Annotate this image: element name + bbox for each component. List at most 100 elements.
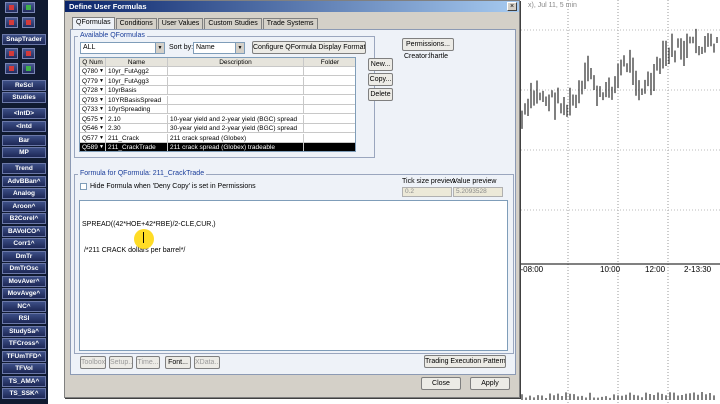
- study-button-16[interactable]: TFVol: [2, 363, 46, 374]
- table-cell-name: 10yr_FutAgg2: [106, 67, 168, 76]
- rescl-button[interactable]: ReScl: [2, 80, 46, 91]
- configure-display-format-button[interactable]: Configure QFormula Display Format...: [252, 41, 366, 54]
- toolbar-icon-6[interactable]: [22, 48, 35, 59]
- table-row[interactable]: Q793 10YRBasisSpread ▼: [80, 95, 355, 105]
- study-button-7[interactable]: DmTr: [2, 250, 46, 262]
- toolbar-icon-2[interactable]: [22, 2, 35, 13]
- row-dropdown-icon[interactable]: ▼: [98, 87, 105, 94]
- toolbox-button[interactable]: Toolbox: [80, 356, 106, 369]
- xdata-button[interactable]: XData...: [194, 356, 220, 369]
- column-header-name[interactable]: Name: [106, 58, 168, 67]
- copy-button[interactable]: Copy...: [368, 73, 393, 86]
- toolbar-icon-4[interactable]: [22, 17, 35, 28]
- value-preview-field[interactable]: 5.2093528: [453, 187, 503, 197]
- study-button-17[interactable]: TS_AMA^: [2, 375, 46, 387]
- formula-group-label: Formula for QFormula: 211_CrackTrade: [78, 170, 207, 177]
- table-row[interactable]: Q733 10yrSpreading ▼: [80, 105, 355, 114]
- study-button-10[interactable]: MovAvge^: [2, 288, 46, 299]
- row-dropdown-icon[interactable]: ▼: [98, 106, 105, 113]
- delete-button[interactable]: Delete: [368, 88, 393, 101]
- row-dropdown-icon[interactable]: ▼: [98, 68, 105, 75]
- tab-user-values[interactable]: User Values: [157, 18, 204, 29]
- chevron-down-icon[interactable]: ▼: [155, 43, 164, 53]
- time-label-2: 10:00: [600, 265, 621, 274]
- study-button-13[interactable]: StudySa^: [2, 325, 46, 337]
- toolbar-icon-7[interactable]: [5, 63, 18, 74]
- row-dropdown-icon[interactable]: ▼: [98, 78, 105, 85]
- table-row[interactable]: Q589 211_CrackTrade 211 crack spread (Glob…: [80, 143, 355, 151]
- row-dropdown-icon[interactable]: ▼: [98, 97, 105, 104]
- column-header-folder[interactable]: Folder: [304, 58, 355, 67]
- chevron-down-icon[interactable]: ▼: [235, 43, 244, 53]
- table-cell-desc: 30-year yield and 2-year yield (BGC) spr…: [168, 124, 304, 133]
- left-toolbar: SnapTrader ReScl Studies <IntD> <Intd Ba…: [0, 0, 48, 404]
- new-button[interactable]: New...: [368, 58, 393, 71]
- study-button-11[interactable]: NC^: [2, 300, 46, 312]
- table-row[interactable]: Q575 2.10 10-year yield and 2-year yield (…: [80, 114, 355, 124]
- formula-editor[interactable]: SPREAD((42*HOE+42*RBE)/2-CLE,CUR,) /*211…: [79, 200, 508, 351]
- column-header-qnum[interactable]: Q Num: [80, 58, 106, 67]
- sort-by-select[interactable]: Name ▼: [193, 42, 245, 54]
- tab-custom-studies[interactable]: Custom Studies: [204, 18, 262, 29]
- time-label-3: 12:00: [645, 265, 666, 274]
- table-row[interactable]: Q546 2.30 30-year yield and 2-year yield (…: [80, 124, 355, 133]
- study-button-15[interactable]: TFUmTFD^: [2, 350, 46, 362]
- study-button-2[interactable]: Analog: [2, 188, 46, 199]
- tab-trade-systems[interactable]: Trade Systems: [262, 18, 318, 29]
- row-dropdown-icon[interactable]: ▼: [98, 116, 105, 123]
- table-row[interactable]: Q728 10yrBasis ▼: [80, 86, 355, 95]
- available-qformulas-label: Available QFormulas: [78, 32, 147, 39]
- dialog-titlebar[interactable]: Define User Formulas ×: [65, 1, 519, 12]
- apply-button[interactable]: Apply: [470, 377, 510, 390]
- row-dropdown-icon[interactable]: ▼: [98, 144, 105, 151]
- close-button[interactable]: Close: [421, 377, 461, 390]
- toolbar-icon-8[interactable]: [22, 63, 35, 74]
- study-button-5[interactable]: BAVolCO^: [2, 225, 46, 237]
- snaptrader-button[interactable]: SnapTrader: [2, 34, 46, 45]
- tab-qformulas[interactable]: QFormulas: [72, 17, 115, 29]
- tab-bar: QFormulas Conditions User Values Custom …: [72, 17, 319, 29]
- study-button-3[interactable]: Aroon^: [2, 200, 46, 212]
- study-button-9[interactable]: MovAver^: [2, 275, 46, 287]
- column-header-description[interactable]: Description: [168, 58, 304, 67]
- permissions-button[interactable]: Permissions...: [402, 38, 454, 51]
- table-row[interactable]: Q780 10yr_FutAgg2 ▼: [80, 67, 355, 76]
- time-button[interactable]: Time...: [136, 356, 160, 369]
- filter-select[interactable]: ALL ▼: [80, 42, 165, 54]
- table-cell-folder: [304, 96, 355, 105]
- trading-execution-patterns-button[interactable]: Trading Execution Patterns: [424, 355, 506, 368]
- table-cell-desc: [168, 86, 304, 95]
- table-cell-folder: [304, 143, 355, 151]
- bar-button[interactable]: Bar: [2, 135, 46, 146]
- table-row[interactable]: Q779 10yr_FutAgg3 ▼: [80, 76, 355, 86]
- toolbar-icon-1[interactable]: [5, 2, 18, 13]
- study-button-4[interactable]: B2Corel^: [2, 213, 46, 224]
- study-button-1[interactable]: AdvBBan^: [2, 175, 46, 187]
- time-label-4: 2-13:30: [684, 265, 712, 274]
- hide-formula-checkbox[interactable]: [80, 183, 87, 190]
- study-button-0[interactable]: Trend: [2, 163, 46, 174]
- study-button-6[interactable]: Corr1^: [2, 238, 46, 249]
- intd-button[interactable]: <IntD>: [2, 108, 46, 119]
- row-dropdown-icon[interactable]: ▼: [98, 135, 105, 142]
- sort-by-label: Sort by:: [169, 44, 194, 51]
- toolbar-icon-5[interactable]: [5, 48, 18, 59]
- mp-button[interactable]: MP: [2, 147, 46, 158]
- font-button[interactable]: Font...: [165, 356, 191, 369]
- study-button-8[interactable]: DmTrOsc: [2, 263, 46, 274]
- tab-conditions[interactable]: Conditions: [115, 18, 157, 29]
- table-cell-folder: [304, 115, 355, 124]
- row-dropdown-icon[interactable]: ▼: [98, 125, 105, 132]
- table-cell-desc: [168, 95, 304, 105]
- table-row[interactable]: Q577 211_Crack 211 crack spread (Globex) ▼: [80, 133, 355, 143]
- intd-small-button[interactable]: <Intd: [2, 121, 46, 132]
- toolbar-icon-3[interactable]: [5, 17, 18, 28]
- study-button-18[interactable]: TS_SSK^: [2, 388, 46, 399]
- close-icon[interactable]: ×: [507, 2, 517, 11]
- tick-size-field[interactable]: 0.2: [402, 187, 452, 197]
- formula-table[interactable]: Q Num Name Description Folder Q780 10yr_F…: [79, 57, 356, 152]
- setup-button[interactable]: Setup...: [109, 356, 133, 369]
- study-button-12[interactable]: RSI: [2, 313, 46, 324]
- studies-button[interactable]: Studies: [2, 92, 46, 103]
- study-button-14[interactable]: TFCross^: [2, 338, 46, 349]
